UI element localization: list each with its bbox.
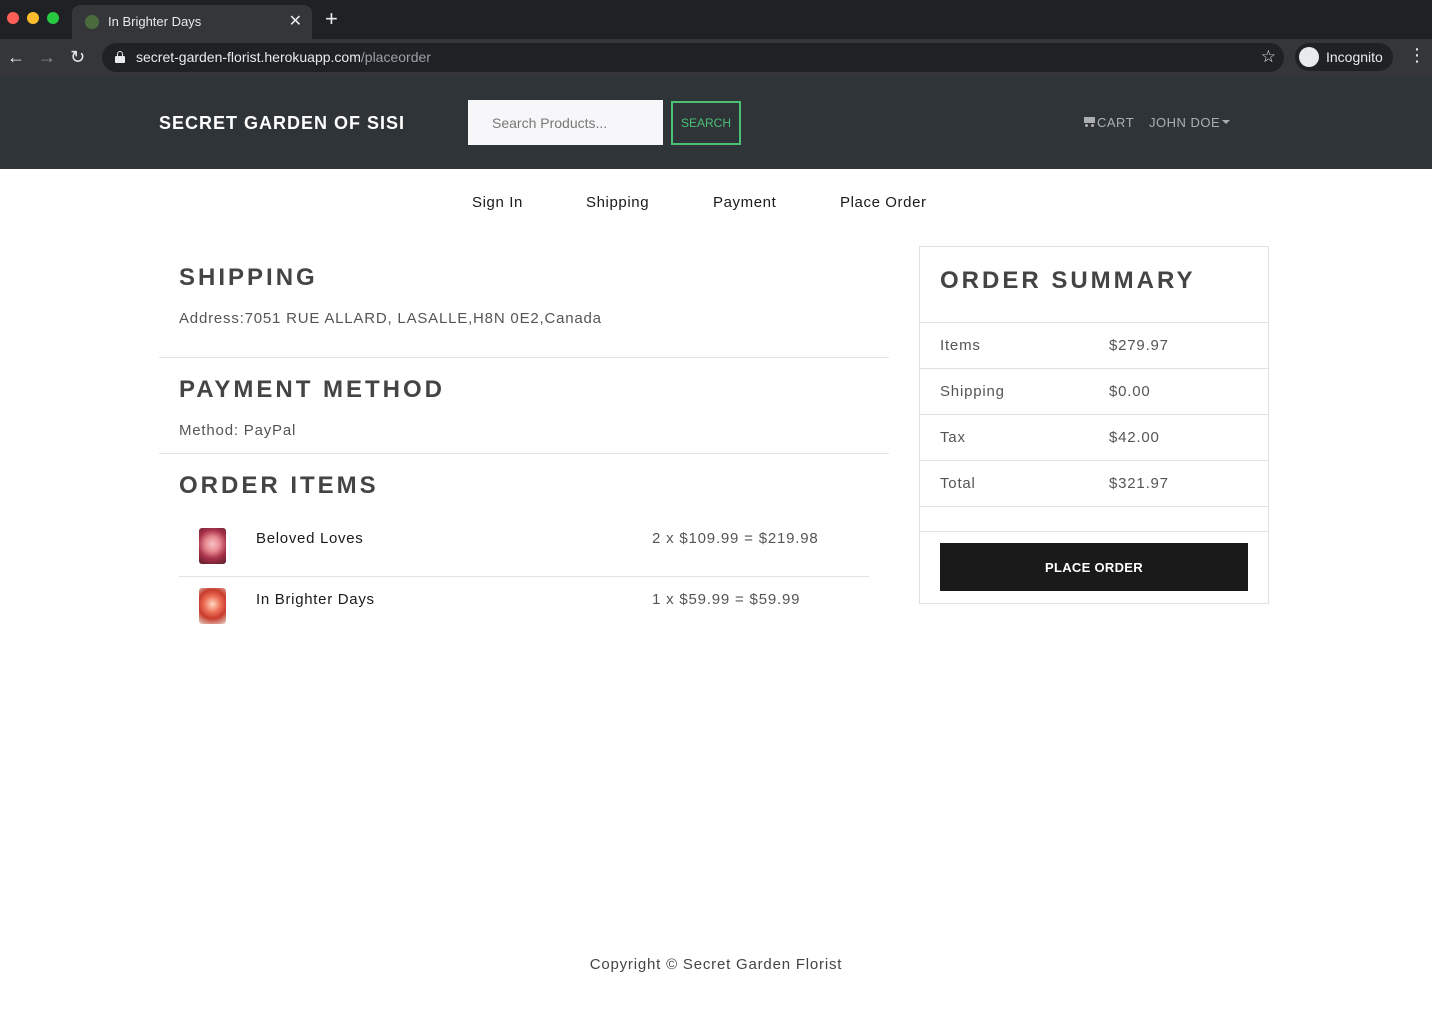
forward-arrow-icon[interactable]: → [38, 46, 56, 68]
product-name-link[interactable]: In Brighter Days [256, 591, 375, 608]
divider [159, 357, 889, 358]
browser-tab-bar: In Brighter Days ✕ + [0, 0, 1432, 39]
summary-value: $42.00 [1109, 429, 1160, 446]
incognito-badge[interactable]: Incognito [1295, 43, 1393, 71]
cart-link[interactable]: CART [1082, 115, 1134, 130]
product-name-link[interactable]: Beloved Loves [256, 530, 364, 547]
brand-logo[interactable]: SECRET GARDEN OF SISI [159, 113, 405, 134]
product-thumbnail[interactable] [199, 588, 226, 624]
user-dropdown[interactable]: JOHN DOE [1149, 115, 1231, 130]
lock-icon[interactable] [115, 51, 125, 63]
step-payment[interactable]: Payment [713, 194, 776, 211]
summary-label: Tax [940, 429, 966, 446]
browser-tab[interactable]: In Brighter Days ✕ [72, 5, 312, 39]
bookmark-star-icon[interactable]: ☆ [1261, 47, 1276, 67]
shipping-address: Address:7051 RUE ALLARD, LASALLE,H8N 0E2… [179, 310, 602, 327]
url-text[interactable]: secret-garden-florist.herokuapp.com/plac… [136, 49, 431, 65]
step-shipping[interactable]: Shipping [586, 194, 649, 211]
search-input[interactable] [468, 100, 663, 145]
cart-icon [1082, 116, 1096, 127]
payment-heading: PAYMENT METHOD [179, 376, 446, 403]
product-thumbnail[interactable] [199, 528, 226, 564]
shipping-heading: SHIPPING [179, 264, 318, 291]
browser-toolbar: ← → ↻ secret-garden-florist.herokuapp.co… [0, 39, 1432, 76]
cart-label: CART [1097, 115, 1135, 130]
reload-icon[interactable]: ↻ [70, 46, 85, 68]
place-order-button[interactable]: PLACE ORDER [940, 543, 1248, 591]
summary-value: $321.97 [1109, 475, 1169, 492]
summary-row-shipping: Shipping $0.00 [920, 368, 1268, 414]
payment-method: Method: PayPal [179, 422, 297, 439]
window-close-icon[interactable] [7, 12, 19, 24]
product-line-total: 1 x $59.99 = $59.99 [652, 591, 801, 608]
window-maximize-icon[interactable] [47, 12, 59, 24]
product-line-total: 2 x $109.99 = $219.98 [652, 530, 819, 547]
summary-row-items: Items $279.97 [920, 322, 1268, 368]
summary-row-empty [920, 506, 1268, 531]
incognito-label: Incognito [1326, 49, 1383, 65]
divider [179, 576, 869, 577]
summary-label: Items [940, 337, 981, 354]
divider [159, 453, 889, 454]
summary-value: $279.97 [1109, 337, 1169, 354]
new-tab-icon[interactable]: + [325, 8, 338, 30]
summary-value: $0.00 [1109, 383, 1151, 400]
step-place-order[interactable]: Place Order [840, 194, 927, 211]
order-summary-heading: ORDER SUMMARY [940, 267, 1196, 294]
footer-copyright: Copyright © Secret Garden Florist [589, 956, 843, 973]
incognito-icon [1299, 47, 1319, 67]
summary-row-total: Total $321.97 [920, 460, 1268, 506]
step-sign-in[interactable]: Sign In [472, 194, 523, 211]
back-arrow-icon[interactable]: ← [7, 46, 25, 68]
window-minimize-icon[interactable] [27, 12, 39, 24]
summary-row-tax: Tax $42.00 [920, 414, 1268, 460]
search-button[interactable]: SEARCH [671, 101, 741, 145]
summary-label: Shipping [940, 383, 1005, 400]
order-items-heading: ORDER ITEMS [179, 472, 379, 499]
site-navbar: SECRET GARDEN OF SISI SEARCH CART JOHN D… [0, 76, 1432, 169]
address-bar[interactable]: secret-garden-florist.herokuapp.com/plac… [102, 43, 1284, 72]
user-name: JOHN DOE [1149, 115, 1221, 130]
caret-down-icon [1222, 120, 1231, 125]
tab-title: In Brighter Days [108, 14, 202, 29]
tab-close-icon[interactable]: ✕ [289, 11, 302, 31]
order-summary-card: ORDER SUMMARY Items $279.97 Shipping $0.… [919, 246, 1269, 604]
browser-menu-icon[interactable]: ⋮ [1408, 45, 1426, 65]
summary-label: Total [940, 475, 976, 492]
favicon-icon [85, 15, 99, 29]
